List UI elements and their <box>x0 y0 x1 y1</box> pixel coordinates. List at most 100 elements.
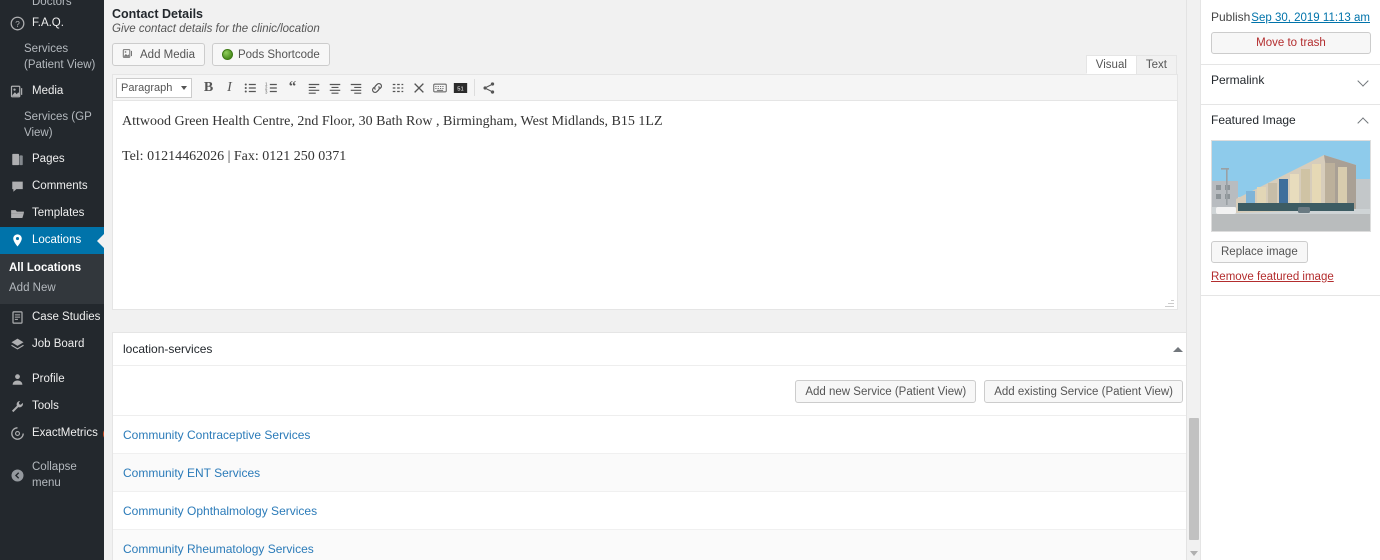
add-media-icon <box>122 47 135 63</box>
move-to-trash-button[interactable]: Move to trash <box>1211 32 1371 54</box>
service-link[interactable]: Community Ophthalmology Services <box>123 504 317 518</box>
sidebar-item-comments[interactable]: Comments <box>0 173 104 200</box>
scrollbar-down-arrow[interactable] <box>1187 546 1200 560</box>
bulleted-list-icon[interactable] <box>240 77 261 98</box>
chevron-up-icon[interactable] <box>1358 114 1370 126</box>
remove-featured-image-link[interactable]: Remove featured image <box>1211 271 1380 283</box>
align-right-icon[interactable] <box>345 77 366 98</box>
current-menu-arrow <box>97 232 104 249</box>
submenu-item-add-new[interactable]: Add New <box>0 278 104 298</box>
sidebar-item-label: Locations <box>32 233 82 246</box>
permalink-panel-header[interactable]: Permalink <box>1201 64 1380 94</box>
align-center-icon[interactable] <box>324 77 345 98</box>
publish-label: Publish <box>1211 10 1251 24</box>
replace-image-button[interactable]: Replace image <box>1211 241 1308 263</box>
featured-image-thumbnail[interactable] <box>1211 140 1371 232</box>
sidebar-item-media[interactable]: Media <box>0 78 104 105</box>
sidebar-item-pages[interactable]: Pages <box>0 146 104 173</box>
publish-date-link[interactable]: Sep 30, 2019 11:13 am <box>1251 12 1370 24</box>
read-more-icon[interactable] <box>387 77 408 98</box>
keyboard-shortcuts-icon[interactable] <box>429 77 450 98</box>
sidebar-item-tools[interactable]: Tools <box>0 393 104 420</box>
sidebar-item-services-patient-view[interactable]: Services (Patient View) <box>0 37 104 78</box>
sidebar-item-services-gp-view[interactable]: Services (GP View) <box>0 105 104 146</box>
location-services-list: Community Contraceptive Services Communi… <box>113 415 1193 560</box>
blockquote-icon[interactable]: “ <box>282 77 303 98</box>
sidebar-item-label: Media <box>32 84 64 97</box>
service-link[interactable]: Community Contraceptive Services <box>123 428 310 442</box>
exactmetrics-icon <box>9 425 26 442</box>
tab-visual[interactable]: Visual <box>1085 55 1137 74</box>
location-services-header: location-services <box>113 333 1193 366</box>
chevron-down-icon[interactable] <box>1358 74 1370 86</box>
link-icon[interactable] <box>366 77 387 98</box>
admin-sidebar: Doctors ? F.A.Q. Services (Patient View)… <box>0 0 104 560</box>
help-icon: ? <box>9 15 26 32</box>
tab-text[interactable]: Text <box>1135 55 1177 74</box>
add-existing-service-label: Add existing Service (Patient View) <box>994 385 1173 398</box>
featured-image-panel-header[interactable]: Featured Image <box>1201 104 1380 134</box>
tab-text-label: Text <box>1145 59 1167 71</box>
scrollbar-thumb[interactable] <box>1189 418 1199 540</box>
sidebar-item-exactmetrics[interactable]: ExactMetrics 1 <box>0 420 104 447</box>
paragraph-format-select[interactable]: Paragraph <box>116 77 192 98</box>
editor-paragraph-address: Attwood Green Health Centre, 2nd Floor, … <box>122 114 663 129</box>
contact-details-metabox: Contact Details Give contact details for… <box>104 0 1186 310</box>
sidebar-item-templates[interactable]: Templates <box>0 200 104 227</box>
sidebar-item-profile[interactable]: Profile <box>0 366 104 393</box>
pods-shortcode-button[interactable]: Pods Shortcode <box>211 43 330 66</box>
location-services-metabox: location-services Add new Service (Patie… <box>112 332 1194 560</box>
toolbar-toggle-icon[interactable] <box>408 77 429 98</box>
submenu-item-all-locations[interactable]: All Locations <box>0 258 104 278</box>
sidebar-item-label: F.A.Q. <box>32 16 64 29</box>
sidebar-item-faq[interactable]: ? F.A.Q. <box>0 10 104 37</box>
contact-details-description: Give contact details for the clinic/loca… <box>112 23 320 35</box>
location-services-title: location-services <box>123 342 213 356</box>
editor-resize-handle[interactable] <box>1163 296 1175 308</box>
case-studies-icon <box>9 309 26 326</box>
service-link[interactable]: Community Rheumatology Services <box>123 542 314 556</box>
italic-icon[interactable]: I <box>219 77 240 98</box>
add-new-service-button[interactable]: Add new Service (Patient View) <box>795 380 977 403</box>
add-new-service-label: Add new Service (Patient View) <box>805 385 967 398</box>
sidebar-item-locations[interactable]: Locations <box>0 227 104 255</box>
list-item[interactable]: Community ENT Services <box>113 454 1193 492</box>
share-icon[interactable] <box>478 77 499 98</box>
main-scrollbar[interactable] <box>1186 0 1200 560</box>
move-to-trash-label: Move to trash <box>1256 37 1326 49</box>
sidebar-item-label: Comments <box>32 179 88 192</box>
location-services-actions: Add new Service (Patient View) Add exist… <box>113 366 1193 415</box>
sidebar-item-label: Profile <box>32 372 65 385</box>
menu-separator-bottom <box>0 447 104 455</box>
align-left-icon[interactable] <box>303 77 324 98</box>
svg-text:3: 3 <box>265 89 268 94</box>
bold-icon[interactable]: B <box>198 77 219 98</box>
numbered-list-icon[interactable]: 123 <box>261 77 282 98</box>
tools-icon <box>9 398 26 415</box>
list-item[interactable]: Community Contraceptive Services <box>113 416 1193 454</box>
sidebar-item-label: ExactMetrics <box>32 426 98 439</box>
tab-visual-label: Visual <box>1095 59 1127 71</box>
add-existing-service-button[interactable]: Add existing Service (Patient View) <box>984 380 1183 403</box>
pages-icon <box>9 151 26 168</box>
add-media-label: Add Media <box>140 48 195 61</box>
sidebar-item-case-studies[interactable]: Case Studies <box>0 304 104 331</box>
editor-mode-tabs: Visual Text <box>1085 55 1177 74</box>
contact-details-title: Contact Details <box>112 7 203 21</box>
sidebar-item-job-board[interactable]: Job Board <box>0 331 104 358</box>
job-board-icon <box>9 336 26 353</box>
pods-field-icon[interactable]: 51 <box>450 77 471 98</box>
list-item[interactable]: Community Rheumatology Services <box>113 530 1193 560</box>
editor-content-area[interactable]: Attwood Green Health Centre, 2nd Floor, … <box>113 101 1177 309</box>
editor-paragraph-phone: Tel: 01214462026 | Fax: 0121 250 0371 <box>122 149 347 164</box>
paragraph-format-value: Paragraph <box>121 81 173 94</box>
chevron-down-icon <box>181 85 187 90</box>
add-media-button[interactable]: Add Media <box>112 43 205 66</box>
doctors-icon <box>9 0 26 10</box>
collapse-menu-button[interactable]: Collapse menu <box>0 455 104 496</box>
collapse-toggle-icon[interactable] <box>1173 346 1183 352</box>
svg-text:?: ? <box>15 20 20 29</box>
service-link[interactable]: Community ENT Services <box>123 466 260 480</box>
list-item[interactable]: Community Ophthalmology Services <box>113 492 1193 530</box>
sidebar-item-doctors[interactable]: Doctors <box>0 0 104 10</box>
